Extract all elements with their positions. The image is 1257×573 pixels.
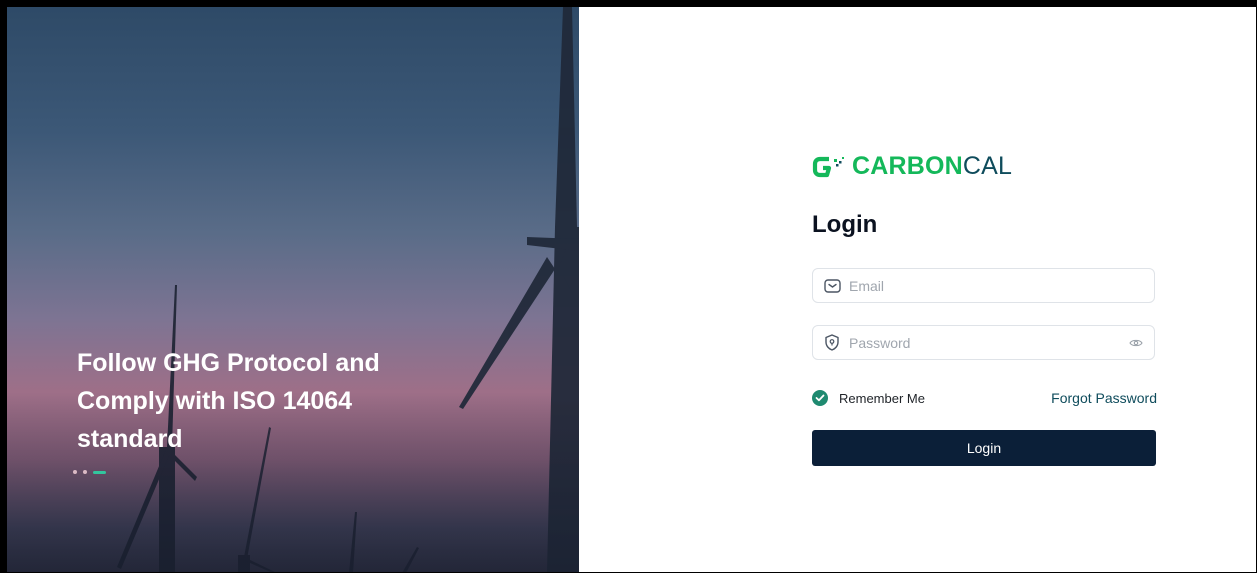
remember-me-checkbox[interactable]: Remember Me <box>812 390 925 406</box>
mail-icon <box>823 277 841 295</box>
brand-name-bold: CARBON <box>852 152 963 180</box>
carousel-dot-active[interactable] <box>93 470 106 474</box>
carousel-indicator <box>73 470 106 474</box>
remember-me-label: Remember Me <box>839 390 925 406</box>
brand-name-light: CAL <box>962 152 1013 180</box>
login-button[interactable]: Login <box>812 430 1156 466</box>
shield-icon <box>823 334 841 352</box>
email-input[interactable] <box>849 277 1144 294</box>
carboncal-logo-icon <box>812 156 844 177</box>
carousel-dot[interactable] <box>73 470 77 474</box>
hero-tagline: Follow GHG Protocol and Comply with ISO … <box>77 349 380 453</box>
brand-logo: CARBONCAL <box>812 152 1012 181</box>
page-title: Login <box>812 211 878 238</box>
password-input[interactable] <box>849 334 1128 351</box>
carousel-dot[interactable] <box>83 470 87 474</box>
hero-panel: Follow GHG Protocol and Comply with ISO … <box>7 7 579 572</box>
login-page: Follow GHG Protocol and Comply with ISO … <box>0 0 1257 573</box>
login-panel: CARBONCAL Login Email Remember Me Forgot… <box>812 7 1157 572</box>
check-icon[interactable] <box>812 390 828 406</box>
email-field[interactable] <box>812 268 1155 303</box>
brand-name: CARBONCAL <box>852 152 1012 181</box>
eye-icon[interactable] <box>1128 335 1144 351</box>
forgot-password-link[interactable]: Forgot Password <box>1051 390 1157 406</box>
password-field[interactable] <box>812 325 1155 360</box>
wind-turbine-illustration <box>117 7 579 572</box>
